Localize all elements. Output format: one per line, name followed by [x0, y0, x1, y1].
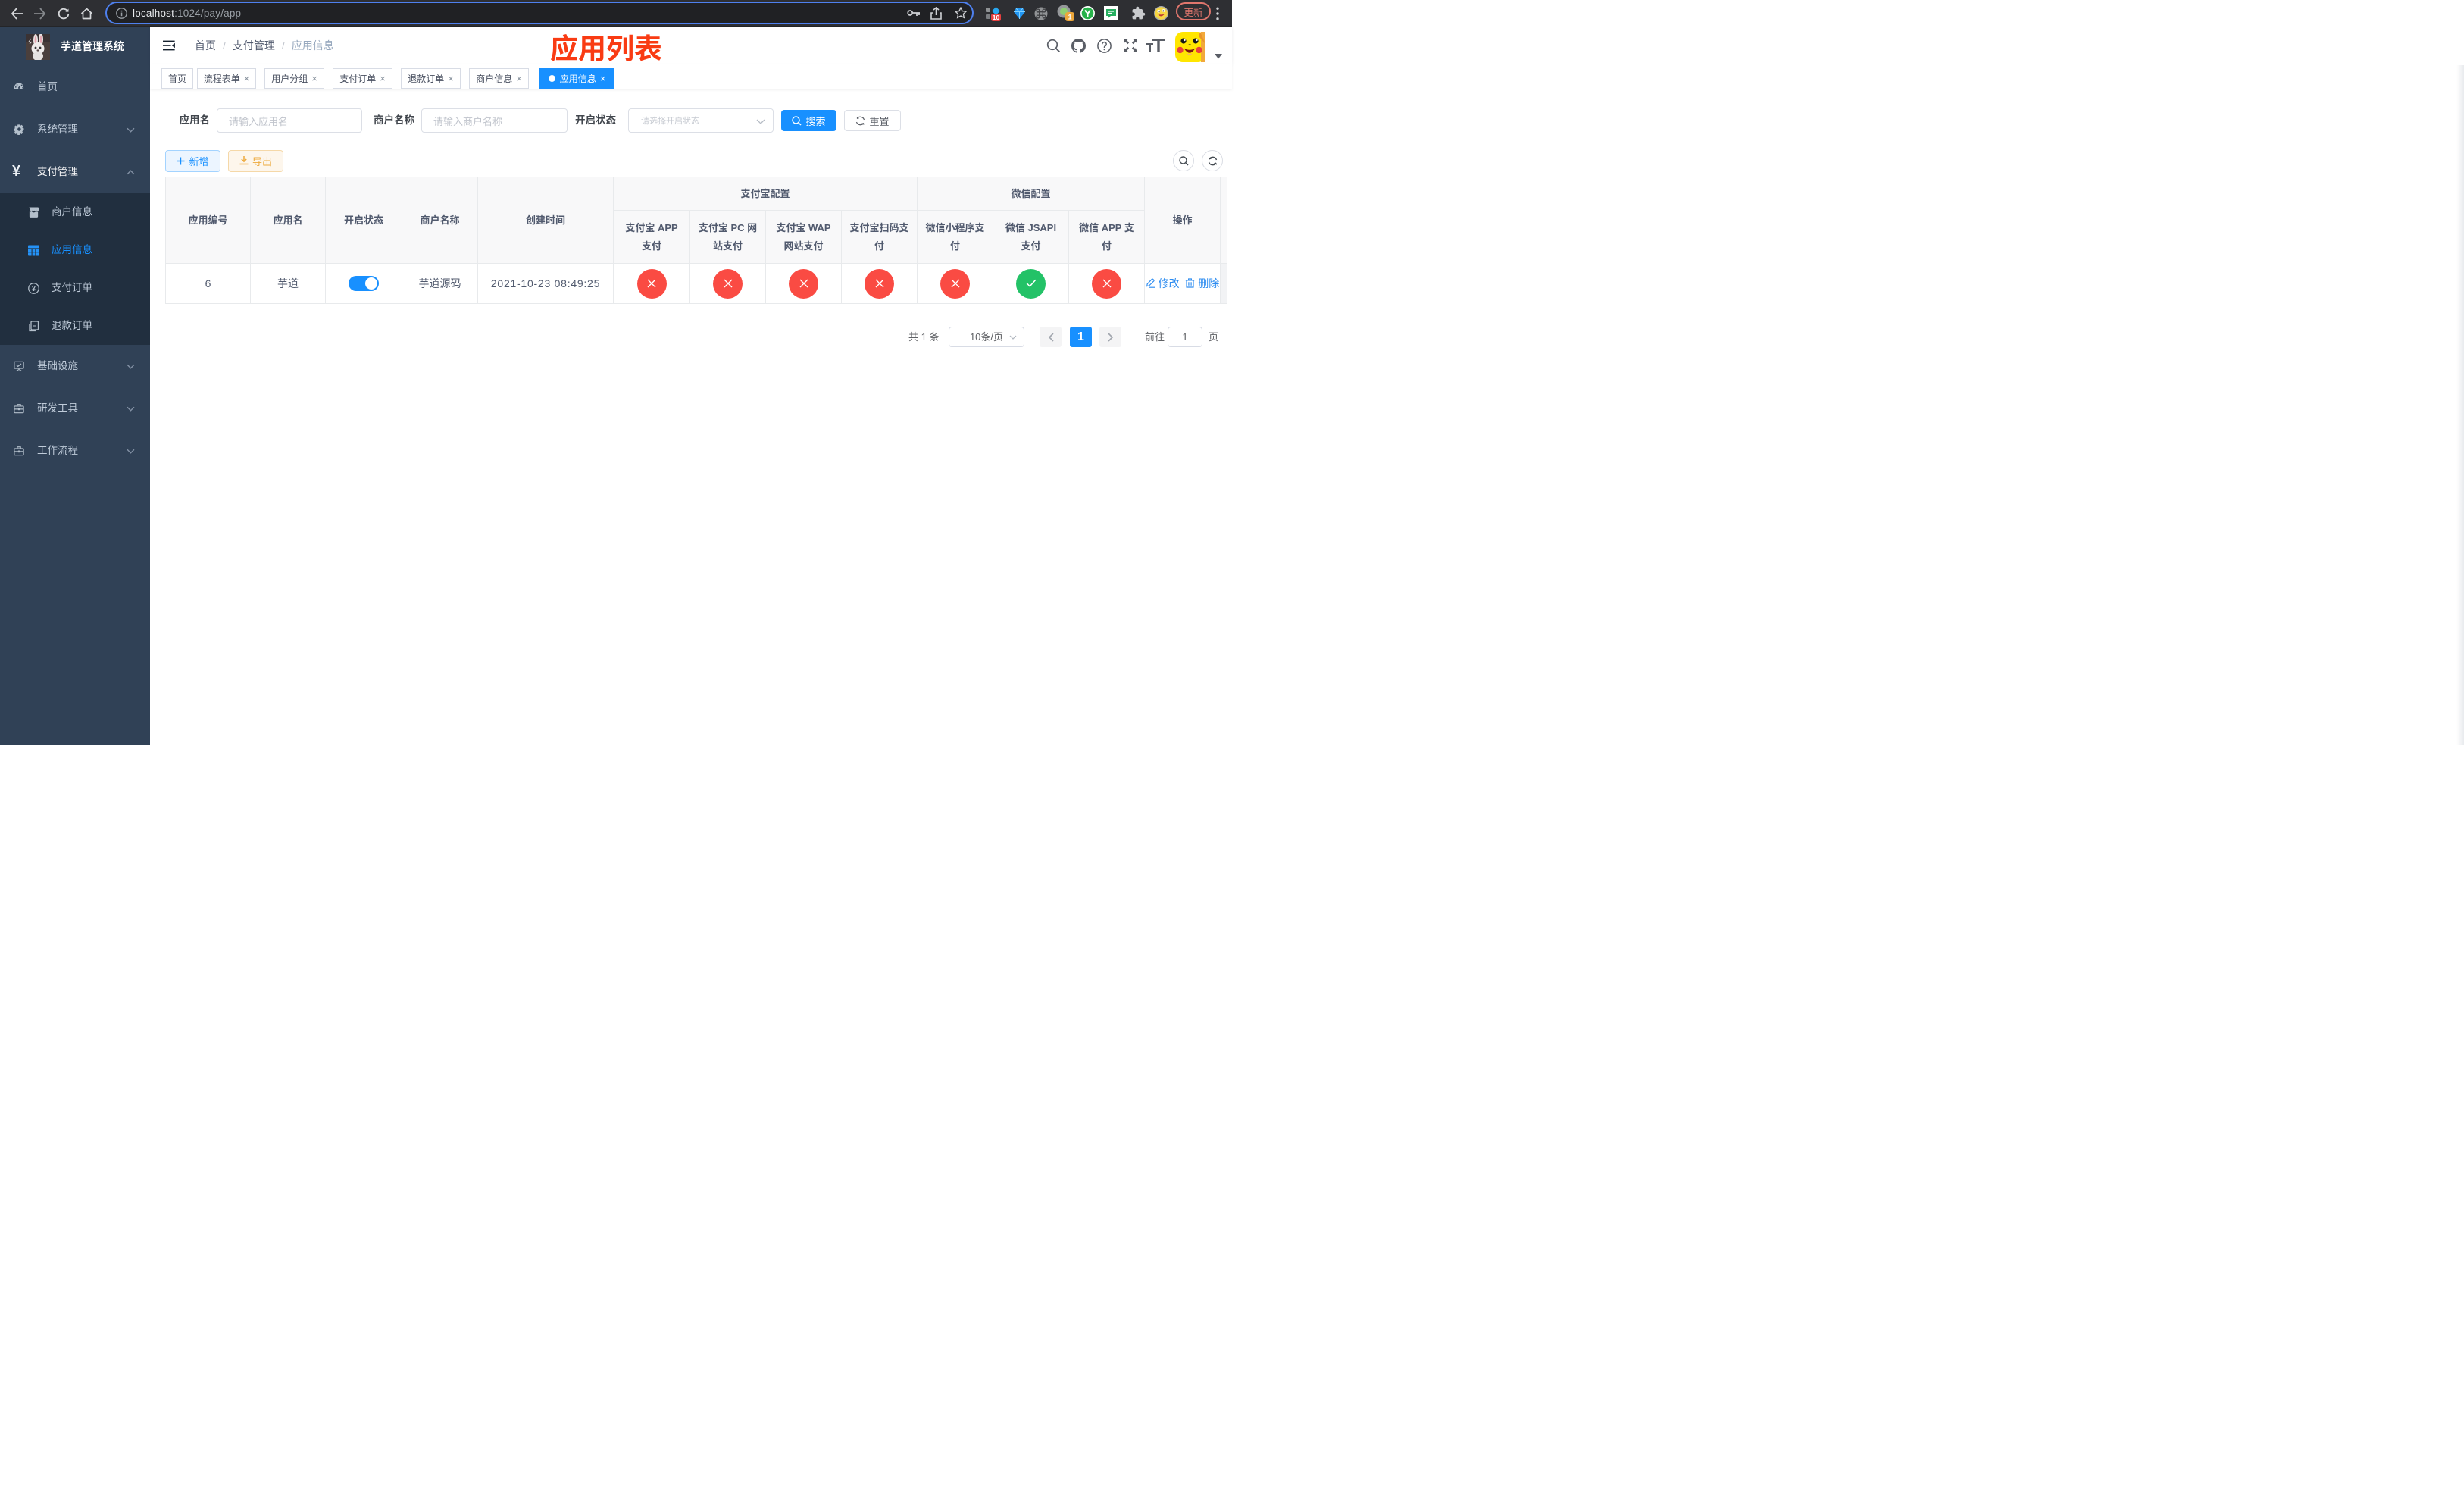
- svg-text:10: 10: [993, 14, 1000, 21]
- svg-text:¥: ¥: [32, 285, 36, 293]
- svg-text:1: 1: [1068, 14, 1071, 21]
